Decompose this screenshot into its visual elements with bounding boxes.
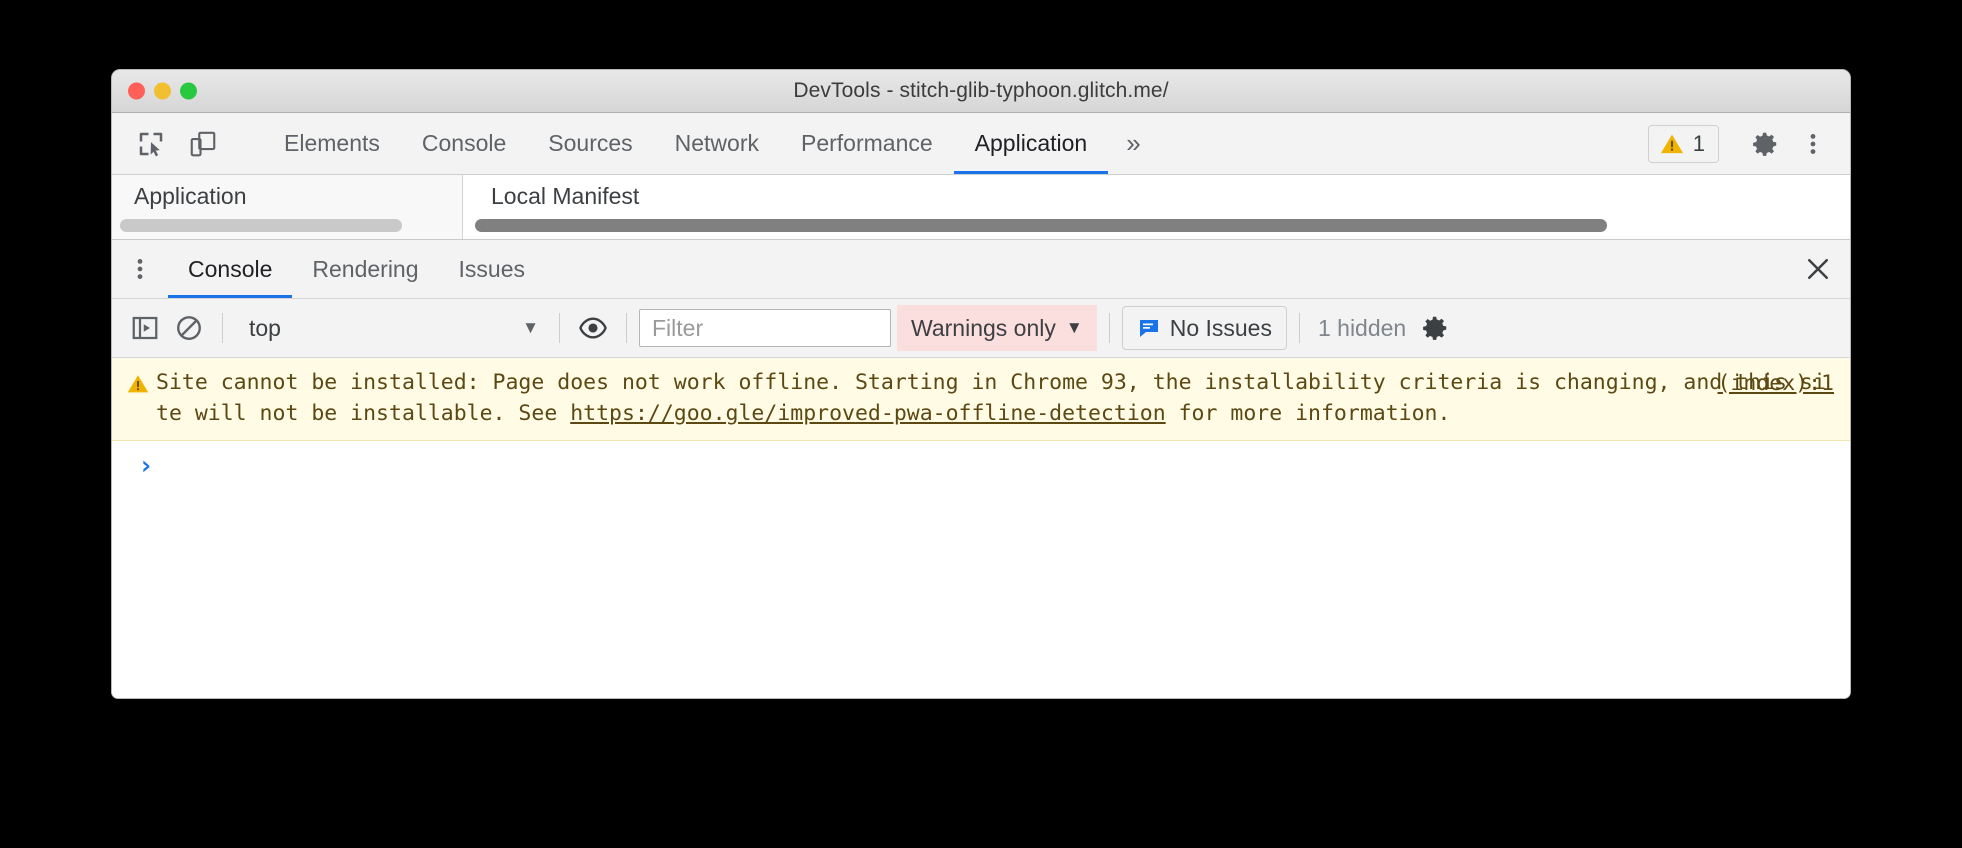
tab-performance-label: Performance [801, 130, 933, 156]
application-main-pane: Local Manifest [463, 175, 1850, 239]
console-toolbar-divider-3 [626, 313, 627, 343]
tab-elements[interactable]: Elements [263, 113, 401, 174]
more-tabs-button[interactable]: » [1108, 113, 1158, 174]
drawer-menu-icon[interactable] [112, 240, 168, 298]
warning-count: 1 [1692, 130, 1705, 156]
console-message-list[interactable]: Site cannot be installed: Page does not … [112, 358, 1850, 698]
application-sidebar[interactable]: Application [112, 175, 463, 239]
tab-console-label: Console [421, 130, 507, 156]
console-settings-gear-icon[interactable] [1414, 307, 1456, 349]
console-prompt-row[interactable]: › [112, 441, 1850, 491]
hidden-messages-count: 1 hidden [1317, 314, 1407, 341]
inspect-element-icon[interactable] [130, 123, 172, 165]
tab-application-label: Application [974, 130, 1088, 156]
console-level-select[interactable]: Warnings only ▼ [897, 305, 1097, 351]
close-icon[interactable] [1786, 240, 1850, 298]
drawer-tab-rendering-label: Rendering [312, 255, 419, 282]
device-toolbar-icon[interactable] [182, 123, 224, 165]
panel-tabs: Elements Console Sources Network Perform… [263, 113, 1159, 174]
devtools-window: DevTools - stitch-glib-typhoon.glitch.me… [112, 70, 1850, 698]
execution-context-select[interactable]: top ▼ [235, 308, 547, 348]
tabbar-left-icons [112, 113, 257, 174]
live-expression-icon[interactable] [572, 307, 614, 349]
devtools-drawer: Console Rendering Issues top ▼ Filter Wa… [112, 239, 1850, 698]
tabbar-right-controls: 1 [1647, 113, 1850, 174]
tab-network[interactable]: Network [654, 113, 780, 174]
warning-count-badge[interactable]: 1 [1647, 124, 1719, 163]
issues-button-label: No Issues [1169, 314, 1272, 341]
close-window-button[interactable] [128, 82, 145, 100]
kebab-menu-icon[interactable] [1792, 123, 1834, 165]
warning-triangle-icon-message [126, 367, 156, 429]
tab-performance[interactable]: Performance [780, 113, 954, 174]
clear-console-icon[interactable] [168, 307, 210, 349]
console-toolbar-divider-2 [559, 313, 560, 343]
console-warning-text: Site cannot be installed: Page does not … [156, 367, 1836, 429]
warning-url-link[interactable]: https://goo.gle/improved-pwa-offline-det… [570, 401, 1165, 426]
drawer-tab-issues-label: Issues [458, 255, 526, 282]
window-traffic-lights [128, 82, 197, 100]
chevron-down-icon: ▼ [522, 318, 539, 337]
drawer-tabbar: Console Rendering Issues [112, 240, 1850, 299]
window-titlebar: DevTools - stitch-glib-typhoon.glitch.me… [112, 70, 1850, 113]
tab-sources-label: Sources [548, 130, 633, 156]
drawer-tab-issues[interactable]: Issues [439, 240, 545, 298]
tab-network-label: Network [674, 130, 759, 156]
tab-application[interactable]: Application [953, 113, 1109, 174]
drawer-tab-rendering[interactable]: Rendering [292, 240, 438, 298]
warning-text-part-3: for more information. [1165, 401, 1451, 426]
warning-triangle-icon [1660, 134, 1683, 153]
tab-sources[interactable]: Sources [527, 113, 653, 174]
console-toolbar-divider-4 [1108, 313, 1110, 343]
maximize-window-button[interactable] [180, 82, 197, 100]
drawer-tab-console-label: Console [188, 255, 273, 282]
main-horizontal-scrollbar[interactable] [475, 219, 1607, 232]
application-main-title: Local Manifest [491, 183, 640, 209]
window-title: DevTools - stitch-glib-typhoon.glitch.me… [793, 79, 1169, 102]
console-toolbar: top ▼ Filter Warnings only ▼ No Issues 1… [112, 299, 1850, 358]
application-sidebar-title: Application [134, 183, 247, 209]
console-toolbar-divider-5 [1298, 313, 1300, 343]
execution-context-value: top [249, 314, 281, 341]
tab-elements-label: Elements [284, 130, 380, 156]
chevron-down-icon-level: ▼ [1065, 318, 1083, 337]
console-message-source-link[interactable]: (index):1 [1718, 371, 1835, 396]
issues-button[interactable]: No Issues [1121, 306, 1287, 350]
sidebar-horizontal-scrollbar[interactable] [120, 219, 402, 232]
tab-console[interactable]: Console [401, 113, 527, 174]
console-filter-input[interactable]: Filter [639, 309, 891, 347]
console-warning-message[interactable]: Site cannot be installed: Page does not … [112, 358, 1850, 441]
issues-bubble-icon [1139, 320, 1158, 337]
console-level-value: Warnings only [911, 314, 1056, 341]
devtools-tabbar: Elements Console Sources Network Perform… [112, 113, 1850, 175]
console-toolbar-divider-1 [222, 313, 223, 343]
console-sidebar-icon[interactable] [124, 307, 166, 349]
application-panel-clipped: Application Local Manifest [112, 175, 1850, 239]
drawer-tab-console[interactable]: Console [168, 240, 293, 298]
minimize-window-button[interactable] [154, 82, 171, 100]
gear-icon[interactable] [1744, 123, 1786, 165]
console-prompt-caret-icon: › [138, 451, 154, 481]
